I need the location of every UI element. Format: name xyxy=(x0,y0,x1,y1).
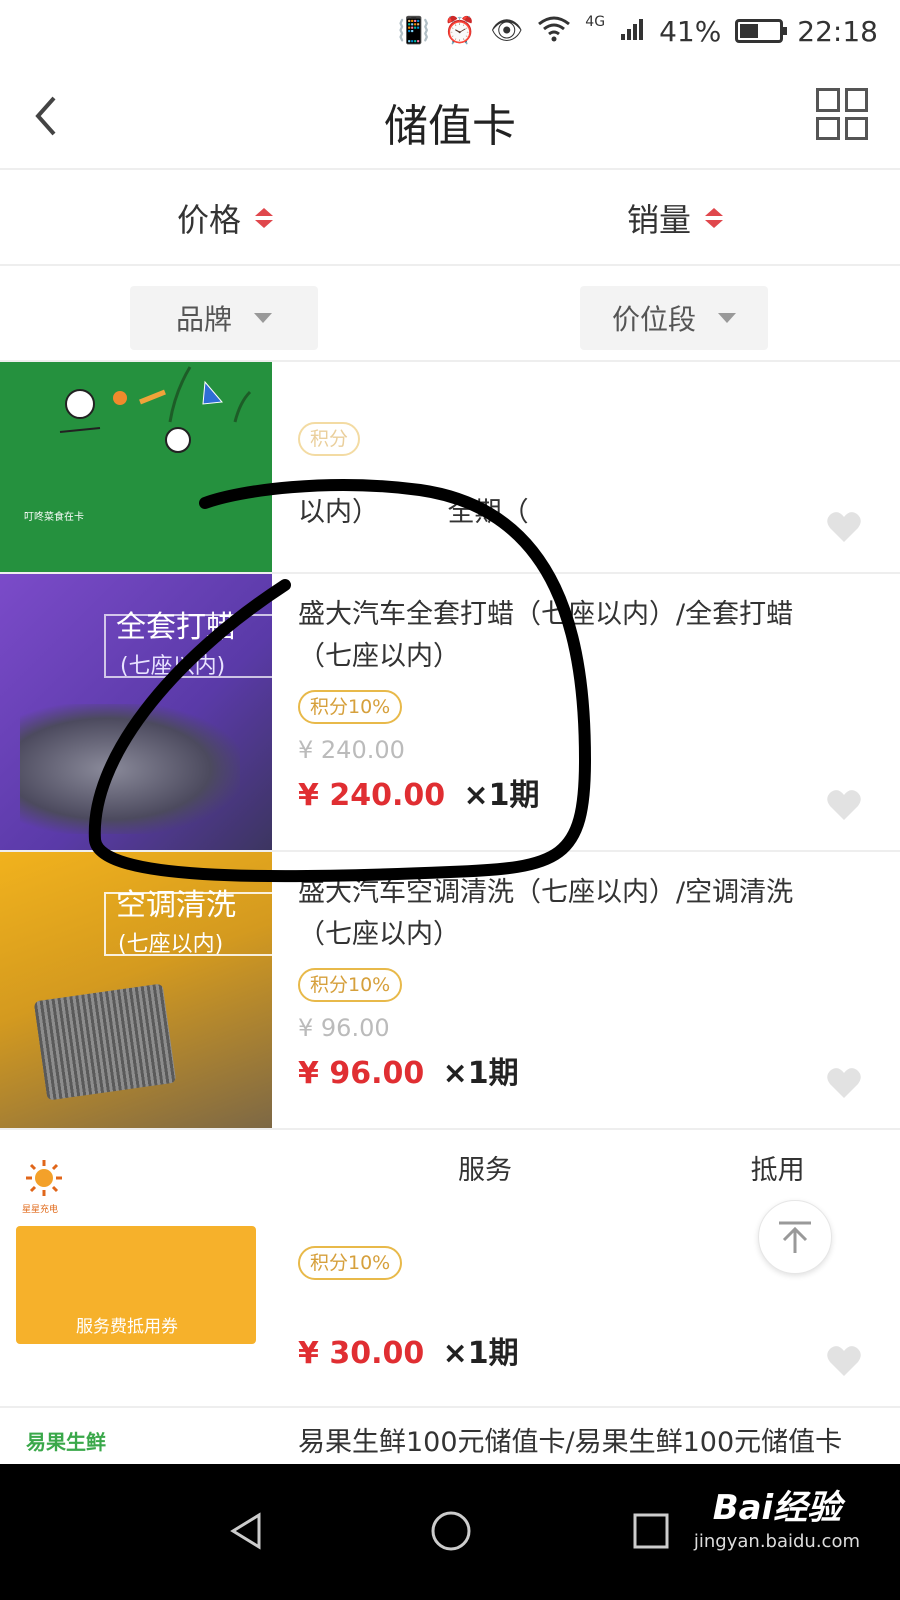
grid-icon xyxy=(816,88,840,112)
system-home-button[interactable] xyxy=(416,1496,486,1566)
signal-icon xyxy=(619,16,645,47)
points-badge: 积分10% xyxy=(298,690,403,724)
battery-icon xyxy=(735,19,788,43)
product-name: 盛大汽车全套打蜡（七座以内）/全套打蜡（七座以内） xyxy=(298,599,794,672)
grid-view-button[interactable] xyxy=(816,88,868,140)
sale-price: ¥ 30.00 xyxy=(298,1336,425,1371)
period-count: ×1期 xyxy=(442,1336,519,1371)
air-filter-photo xyxy=(33,983,177,1101)
product-card[interactable]: 空调清洗 (七座以内) 盛大汽车空调清洗（七座以内）/空调清洗（七座以内） 积分… xyxy=(0,852,900,1130)
sort-arrows-icon xyxy=(705,208,723,228)
heart-icon[interactable] xyxy=(826,510,862,544)
alarm-icon: ⏰ xyxy=(443,16,477,46)
clock: 22:18 xyxy=(797,14,878,48)
network-type: 4G xyxy=(585,14,606,30)
baidu-jingyan-watermark: Bai经验 jingyan.baidu.com xyxy=(694,1480,860,1552)
product-thumbnail: 空调清洗 (七座以内) xyxy=(0,852,272,1128)
brand-logo-text: 星星充电 xyxy=(22,1205,59,1215)
sale-price: ¥ 96.00 xyxy=(298,1056,425,1091)
original-price: ¥ 240.00 xyxy=(298,736,405,764)
page-title: 储值卡 xyxy=(384,101,516,152)
heart-icon[interactable] xyxy=(826,788,862,822)
thumbnail-title: 空调清洗 xyxy=(116,888,236,923)
product-list: 叮咚菜食在卡 积分 以内） 全期（ 全套打蜡 (七座以内) 盛大汽车全套打蜡（七… xyxy=(0,362,900,1482)
period-count: ×1期 xyxy=(463,778,540,813)
thumbnail-caption: 服务费抵用券 xyxy=(76,1317,178,1337)
points-badge: 积分 xyxy=(298,422,361,456)
points-badge: 积分10% xyxy=(298,1246,403,1280)
product-info: 盛大汽车空调清洗（七座以内）/空调清洗（七座以内） 积分10% ¥ 96.00 … xyxy=(298,872,810,1092)
triangle-back-icon xyxy=(230,1512,261,1550)
product-card[interactable]: 星星充电 服务费抵用券 服务 抵用 积分10% ¥ 30.00 ×1期 xyxy=(0,1130,900,1408)
filter-bar: 品牌 价位段 xyxy=(0,268,900,362)
brand-filter-label: 品牌 xyxy=(175,303,232,336)
sort-arrows-icon xyxy=(255,208,273,228)
header: 储值卡 xyxy=(0,62,900,170)
original-price: ¥ 96.00 xyxy=(298,1014,390,1042)
star-charging-logo xyxy=(26,1160,62,1196)
system-recents-button[interactable] xyxy=(616,1496,686,1566)
vegetable-illustration xyxy=(59,366,252,453)
sort-price-label: 价格 xyxy=(176,201,241,239)
product-name-tail: 全期（ xyxy=(447,497,529,528)
square-recents-icon xyxy=(633,1513,669,1549)
brand-filter-dropdown[interactable]: 品牌 xyxy=(130,286,318,350)
product-thumbnail: 全套打蜡 (七座以内) xyxy=(0,574,272,850)
circle-home-icon xyxy=(431,1511,471,1551)
product-info: 积分 以内） 全期（ xyxy=(298,410,810,534)
product-info: 盛大汽车全套打蜡（七座以内）/全套打蜡（七座以内） 积分10% ¥ 240.00… xyxy=(298,594,810,814)
product-name: 服务 xyxy=(458,1155,512,1186)
sort-sales[interactable]: 销量 xyxy=(450,172,900,264)
brand-logo-text: 易果生鲜 xyxy=(26,1430,106,1454)
product-thumbnail: 星星充电 服务费抵用券 xyxy=(0,1130,272,1406)
sale-price: ¥ 240.00 xyxy=(298,778,446,813)
back-to-top-button[interactable] xyxy=(758,1200,832,1274)
system-back-button[interactable] xyxy=(212,1496,282,1566)
battery-percent: 41% xyxy=(659,14,722,48)
product-thumbnail: 叮咚菜食在卡 xyxy=(0,362,272,572)
price-range-dropdown[interactable]: 价位段 xyxy=(580,286,768,350)
period-count: ×1期 xyxy=(442,1056,519,1091)
sort-sales-label: 销量 xyxy=(626,201,691,239)
thumbnail-caption: 叮咚菜食在卡 xyxy=(24,512,84,523)
thumbnail-title: 全套打蜡 xyxy=(116,610,236,645)
sort-bar: 价格 销量 xyxy=(0,172,900,266)
product-name-tail: 抵用 xyxy=(750,1155,805,1186)
product-name: 以内） xyxy=(298,497,379,528)
thumbnail-subtitle: (七座以内) xyxy=(120,654,226,679)
price-range-label: 价位段 xyxy=(611,303,696,336)
screen: 📳 ⏰ 👁 4G 41% 22:18 储值卡 价格 销量 品牌 价位段 叮咚菜食… xyxy=(0,0,900,1600)
product-info: 服务 抵用 积分10% ¥ 30.00 ×1期 xyxy=(298,1150,810,1372)
thumbnail-subtitle: (七座以内) xyxy=(118,932,224,957)
heart-icon[interactable] xyxy=(826,1344,862,1378)
product-name: 盛大汽车空调清洗（七座以内）/空调清洗（七座以内） xyxy=(298,877,794,950)
sort-price[interactable]: 价格 xyxy=(0,172,450,264)
wifi-icon xyxy=(537,16,571,47)
watermark-url: jingyan.baidu.com xyxy=(693,1531,860,1552)
product-name: 易果生鲜100元储值卡/易果生鲜100元储值卡 xyxy=(298,1427,843,1458)
system-nav-bar: Bai经验 jingyan.baidu.com xyxy=(0,1464,900,1600)
caret-down-icon xyxy=(254,313,272,323)
caret-down-icon xyxy=(718,313,736,323)
polisher-photo xyxy=(20,704,240,834)
points-badge: 积分10% xyxy=(298,968,403,1002)
arrow-up-icon xyxy=(779,1221,811,1253)
heart-icon[interactable] xyxy=(826,1066,862,1100)
product-card[interactable]: 叮咚菜食在卡 积分 以内） 全期（ xyxy=(0,362,900,574)
watermark-title: Bai经验 xyxy=(712,1488,842,1528)
product-card[interactable]: 全套打蜡 (七座以内) 盛大汽车全套打蜡（七座以内）/全套打蜡（七座以内） 积分… xyxy=(0,574,900,852)
status-bar: 📳 ⏰ 👁 4G 41% 22:18 xyxy=(0,0,900,62)
vibrate-icon: 📳 xyxy=(397,16,430,46)
eye-icon: 👁 xyxy=(490,16,524,46)
